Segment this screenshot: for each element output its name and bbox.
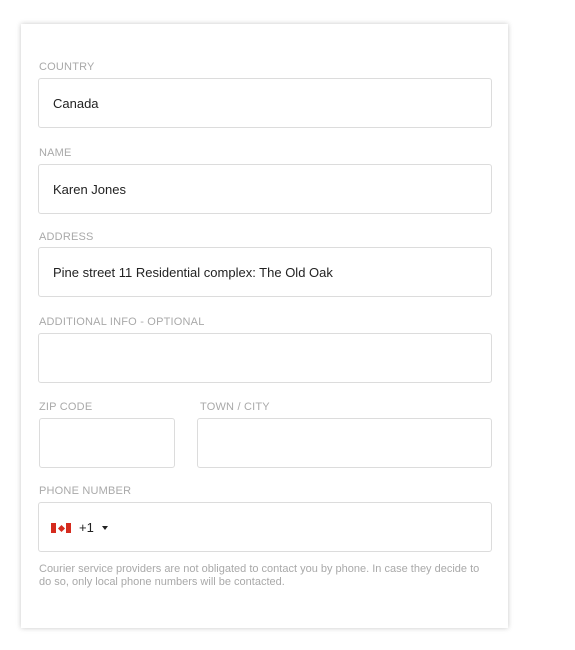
phone-number-label: PHONE NUMBER	[39, 485, 132, 497]
phone-help-text: Courier service providers are not obliga…	[39, 563, 480, 588]
additional-info-field[interactable]	[38, 333, 492, 383]
town-city-field[interactable]	[197, 418, 492, 468]
address-label: ADDRESS	[39, 231, 94, 243]
name-label: NAME	[39, 147, 72, 159]
phone-number-field[interactable]: +1	[38, 502, 492, 552]
canada-flag-icon[interactable]	[51, 523, 71, 533]
zip-code-label: ZIP CODE	[39, 401, 93, 413]
additional-info-label: ADDITIONAL INFO - OPTIONAL	[39, 316, 205, 328]
dial-code[interactable]: +1	[79, 520, 94, 535]
town-city-label: TOWN / CITY	[200, 401, 270, 413]
zip-code-field[interactable]	[39, 418, 175, 468]
address-field[interactable]	[38, 247, 492, 297]
country-label: COUNTRY	[39, 61, 95, 73]
country-field[interactable]	[38, 78, 492, 128]
address-form-card: COUNTRY NAME ADDRESS ADDITIONAL INFO - O…	[21, 24, 508, 628]
chevron-down-icon[interactable]	[102, 526, 108, 530]
name-field[interactable]	[38, 164, 492, 214]
